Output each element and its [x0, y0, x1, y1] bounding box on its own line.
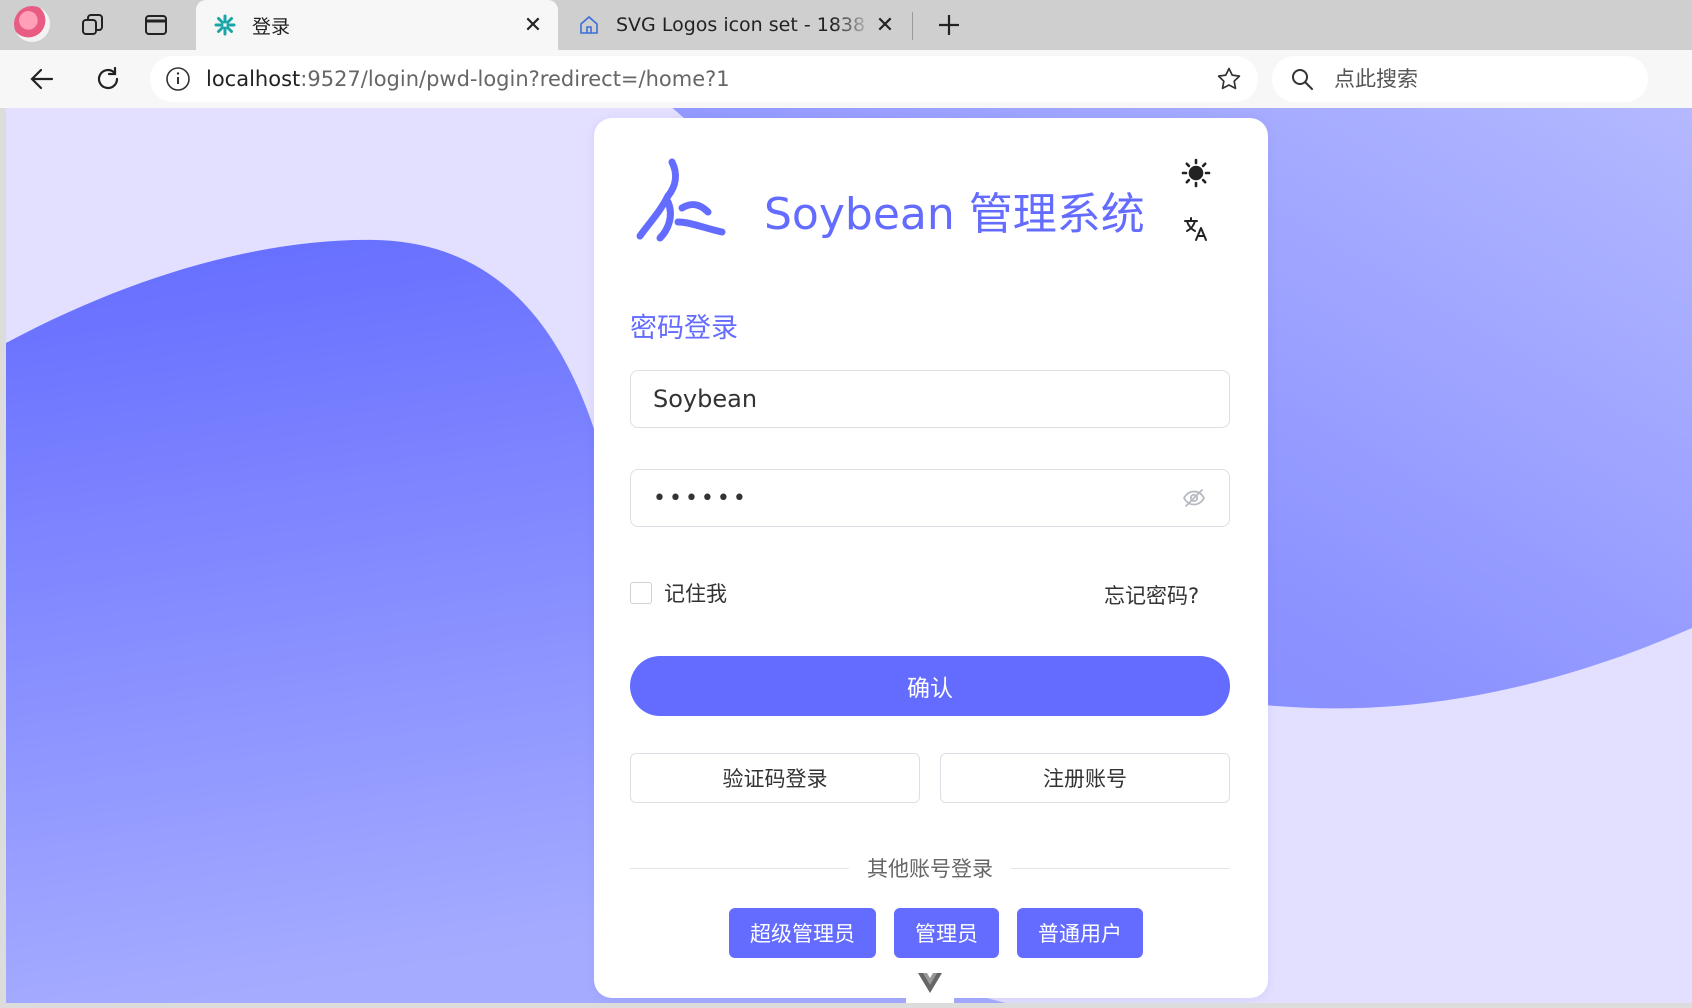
close-tab-icon[interactable]: ✕ [872, 12, 898, 38]
code-login-button[interactable]: 验证码登录 [630, 753, 920, 803]
divider-line [630, 867, 849, 869]
browser-toolbar: localhost:9527/login/pwd-login?redirect=… [0, 50, 1692, 139]
workspaces-icon[interactable] [75, 7, 111, 43]
remember-me-checkbox[interactable] [630, 582, 652, 604]
tab-login[interactable]: 登录 ✕ [196, 0, 558, 50]
soybean-favicon-icon [212, 12, 238, 38]
url-text[interactable]: localhost:9527/login/pwd-login?redirect=… [206, 67, 1214, 91]
address-bar[interactable]: localhost:9527/login/pwd-login?redirect=… [150, 56, 1258, 102]
site-info-icon[interactable] [164, 65, 192, 93]
brand-title: Soybean 管理系统 [764, 189, 1145, 240]
reload-icon[interactable] [88, 59, 128, 99]
vertical-tabs-icon[interactable] [138, 7, 174, 43]
profile-avatar-icon[interactable] [14, 6, 50, 42]
url-path: :9527/login/pwd-login?redirect=/home?1 [300, 67, 730, 91]
search-icon [1288, 65, 1316, 93]
page-viewport: Soybean 管理系统 密码登录 Soybean 记住我 忘记密码? 确认 验… [6, 108, 1692, 1003]
username-input[interactable] [651, 384, 1209, 414]
other-login-divider: 其他账号登录 [630, 853, 1230, 883]
quick-login-admin-button[interactable]: 管理员 [894, 908, 999, 958]
close-tab-icon[interactable]: ✕ [520, 12, 546, 38]
favorite-star-icon[interactable] [1214, 64, 1244, 94]
password-input[interactable] [651, 484, 1179, 512]
house-favicon-icon [576, 12, 602, 38]
section-title: 密码登录 [630, 313, 738, 344]
other-login-label: 其他账号登录 [867, 857, 993, 881]
soybean-logo-icon [636, 158, 726, 242]
tab-svg-logos[interactable]: SVG Logos icon set - 1838 open source ic… [560, 0, 910, 50]
remember-me-label: 记住我 [664, 582, 727, 606]
eye-off-icon[interactable] [1179, 483, 1209, 513]
quick-login-user-button[interactable]: 普通用户 [1017, 908, 1143, 958]
browser-search-box[interactable] [1272, 56, 1648, 102]
divider-line [1011, 867, 1230, 869]
remember-me-option[interactable]: 记住我 [630, 578, 727, 608]
tab-title: 登录 [252, 15, 291, 38]
login-card: Soybean 管理系统 密码登录 Soybean 记住我 忘记密码? 确认 验… [594, 118, 1268, 998]
translate-icon[interactable] [1179, 212, 1213, 246]
browser-tab-strip: 登录 ✕ SVG Logos icon set - 1838 open sour… [0, 0, 1692, 50]
register-button[interactable]: 注册账号 [940, 753, 1230, 803]
tab-divider [912, 12, 913, 40]
url-host: localhost [206, 67, 301, 91]
new-tab-icon[interactable] [930, 6, 968, 44]
back-arrow-icon[interactable] [22, 59, 62, 99]
quick-login-super-admin-button[interactable]: 超级管理员 [729, 908, 876, 958]
username-field-wrapper [630, 370, 1230, 428]
sun-icon[interactable] [1179, 156, 1213, 190]
password-field-wrapper [630, 469, 1230, 527]
forgot-password-link[interactable]: 忘记密码? [1104, 580, 1199, 610]
search-input[interactable] [1332, 66, 1616, 92]
submit-button[interactable]: 确认 [630, 656, 1230, 716]
tab-title: SVG Logos icon set - 1838 open source ic… [616, 14, 872, 36]
